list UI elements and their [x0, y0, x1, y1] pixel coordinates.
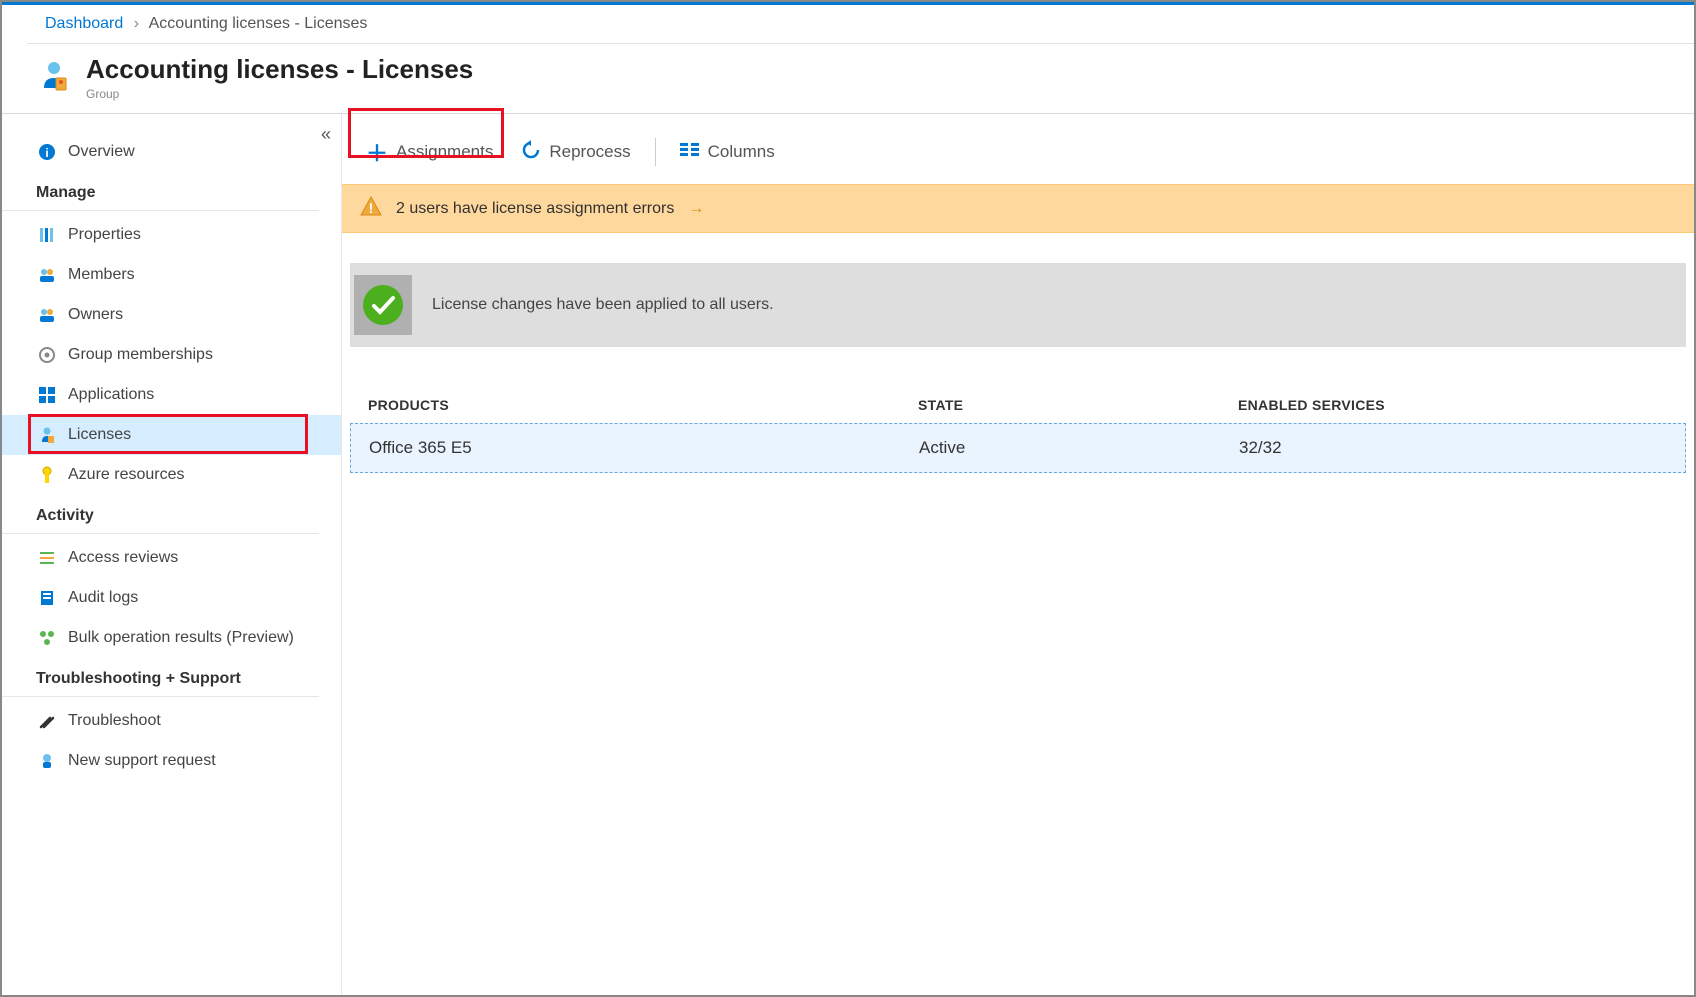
sidebar-item-audit-logs[interactable]: Audit logs [2, 578, 341, 618]
checklist-icon [36, 547, 58, 569]
gear-icon [36, 344, 58, 366]
sidebar-item-label: Azure resources [68, 466, 185, 484]
members-icon [36, 264, 58, 286]
cell-services: 32/32 [1239, 438, 1667, 458]
toolbar: ＋ Assignments Reprocess Columns [342, 114, 1694, 184]
sidebar-item-access-reviews[interactable]: Access reviews [2, 538, 341, 578]
svg-text:i: i [45, 146, 48, 160]
sidebar-item-bulk-ops[interactable]: Bulk operation results (Preview) [2, 618, 341, 658]
toolbar-label: Reprocess [549, 142, 630, 162]
cell-state: Active [919, 438, 1239, 458]
sidebar-item-label: Owners [68, 306, 123, 324]
chevron-right-icon: › [134, 15, 139, 32]
col-services[interactable]: ENABLED SERVICES [1238, 397, 1668, 413]
section-manage: Manage [2, 172, 319, 211]
toolbar-label: Columns [708, 142, 775, 162]
columns-icon [680, 142, 700, 163]
toolbar-separator [655, 138, 656, 166]
sidebar-item-overview[interactable]: i Overview [2, 132, 341, 172]
breadcrumb: Dashboard › Accounting licenses - Licens… [27, 5, 1694, 44]
sidebar-item-applications[interactable]: Applications [2, 375, 341, 415]
sidebar-item-label: Licenses [68, 426, 131, 444]
licenses-table: PRODUCTS STATE ENABLED SERVICES Office 3… [350, 387, 1686, 473]
sidebar-item-properties[interactable]: Properties [2, 215, 341, 255]
success-text: License changes have been applied to all… [432, 296, 774, 314]
warning-text: 2 users have license assignment errors [396, 200, 674, 218]
warning-icon: ! [360, 195, 382, 222]
sidebar-item-label: Bulk operation results (Preview) [68, 629, 294, 647]
col-products[interactable]: PRODUCTS [368, 397, 918, 413]
sidebar-item-label: Audit logs [68, 589, 138, 607]
log-icon [36, 587, 58, 609]
assignments-button[interactable]: ＋ Assignments [352, 128, 507, 176]
info-icon: i [36, 141, 58, 163]
sidebar-item-label: Group memberships [68, 346, 213, 364]
reprocess-button[interactable]: Reprocess [507, 132, 644, 173]
success-banner: License changes have been applied to all… [350, 263, 1686, 347]
sidebar-item-group-memberships[interactable]: Group memberships [2, 335, 341, 375]
sidebar-item-label: Troubleshoot [68, 712, 161, 730]
warning-banner[interactable]: ! 2 users have license assignment errors… [342, 184, 1694, 233]
apps-icon [36, 384, 58, 406]
sidebar-item-members[interactable]: Members [2, 255, 341, 295]
sidebar-item-label: Access reviews [68, 549, 178, 567]
support-icon [36, 750, 58, 772]
key-icon [36, 464, 58, 486]
page-title: Accounting licenses - Licenses [86, 54, 473, 85]
check-icon [362, 284, 404, 326]
sidebar-item-label: New support request [68, 752, 216, 770]
success-check-wrap [354, 275, 412, 335]
content-area: ＋ Assignments Reprocess Columns [342, 114, 1694, 997]
collapse-sidebar-icon[interactable]: « [321, 124, 331, 145]
bulk-icon [36, 627, 58, 649]
sidebar-item-label: Properties [68, 226, 141, 244]
group-license-icon [36, 58, 72, 97]
page-subtitle: Group [86, 87, 473, 101]
wrench-icon [36, 710, 58, 732]
refresh-icon [521, 140, 541, 165]
sidebar-item-label: Applications [68, 386, 154, 404]
table-row[interactable]: Office 365 E5 Active 32/32 [350, 423, 1686, 473]
plus-icon: ＋ [366, 136, 388, 168]
license-icon [36, 424, 58, 446]
page-header: Accounting licenses - Licenses Group [2, 44, 1694, 113]
properties-icon [36, 224, 58, 246]
col-state[interactable]: STATE [918, 397, 1238, 413]
sidebar-item-azure-resources[interactable]: Azure resources [2, 455, 341, 495]
section-activity: Activity [2, 495, 319, 534]
sidebar-item-troubleshoot[interactable]: Troubleshoot [2, 701, 341, 741]
cell-product: Office 365 E5 [369, 438, 919, 458]
section-support: Troubleshooting + Support [2, 658, 319, 697]
toolbar-label: Assignments [396, 142, 493, 162]
arrow-right-icon: → [688, 200, 704, 218]
table-header: PRODUCTS STATE ENABLED SERVICES [350, 387, 1686, 423]
owners-icon [36, 304, 58, 326]
sidebar: « i Overview Manage Properties Members [2, 114, 342, 997]
sidebar-item-new-support[interactable]: New support request [2, 741, 341, 781]
sidebar-item-label: Members [68, 266, 135, 284]
breadcrumb-current: Accounting licenses - Licenses [149, 15, 368, 32]
breadcrumb-root[interactable]: Dashboard [45, 15, 123, 32]
sidebar-item-licenses[interactable]: Licenses [2, 415, 341, 455]
sidebar-item-owners[interactable]: Owners [2, 295, 341, 335]
columns-button[interactable]: Columns [666, 134, 789, 171]
sidebar-item-label: Overview [68, 143, 135, 161]
svg-text:!: ! [369, 200, 374, 216]
